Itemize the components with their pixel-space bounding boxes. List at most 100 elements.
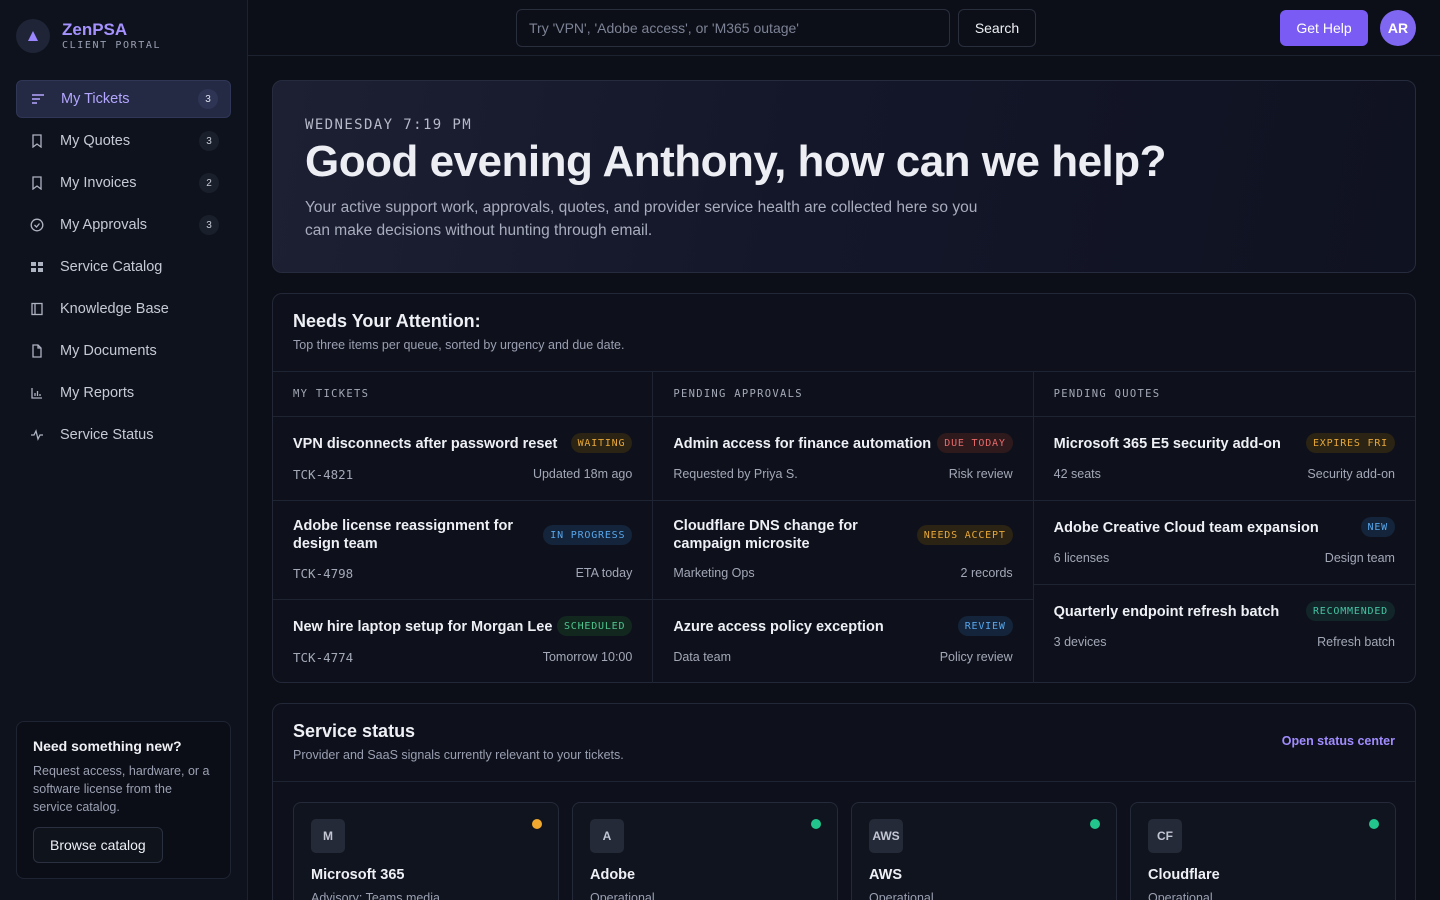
- provider-state: Advisory: Teams media: [311, 891, 440, 900]
- approval-item[interactable]: Cloudflare DNS change for campaign micro…: [653, 501, 1033, 600]
- current-time: WEDNESDAY 7:19 PM: [305, 117, 473, 133]
- sidebar-item-my-tickets[interactable]: My Tickets 3: [16, 80, 231, 118]
- item-detail: Tomorrow 10:00: [542, 650, 633, 664]
- bookmark-icon: [30, 134, 44, 148]
- sidebar-item-my-invoices[interactable]: My Invoices 2: [16, 164, 231, 202]
- item-title: Adobe license reassignment for design te…: [293, 518, 513, 552]
- sidebar-item-label: My Tickets: [61, 91, 130, 107]
- ticket-id: TCK-4774: [293, 650, 354, 665]
- item-detail: Refresh batch: [1317, 635, 1395, 649]
- provider-name: Microsoft 365: [311, 867, 405, 883]
- service-card-microsoft-365[interactable]: M Microsoft 365 Advisory: Teams media: [293, 802, 559, 900]
- ticket-item[interactable]: VPN disconnects after password reset WAI…: [273, 417, 653, 501]
- status-badge: WAITING: [570, 433, 633, 453]
- quote-item[interactable]: Quarterly endpoint refresh batch RECOMME…: [1034, 585, 1415, 669]
- quote-item[interactable]: Microsoft 365 E5 security add-on EXPIRES…: [1033, 417, 1415, 501]
- grid-icon: [30, 260, 44, 274]
- sidebar-item-label: My Quotes: [60, 133, 131, 149]
- get-help-button[interactable]: Get Help: [1280, 10, 1368, 46]
- provider-name: Adobe: [590, 867, 636, 883]
- book-icon: [30, 302, 44, 316]
- provider-logo: AWS: [869, 819, 903, 853]
- hero-description: Your active support work, approvals, quo…: [305, 199, 978, 239]
- count-badge: 3: [199, 131, 219, 151]
- sidebar-item-label: Service Status: [60, 427, 154, 443]
- check-circle-icon: [30, 218, 44, 232]
- service-status-title: Service status: [293, 721, 416, 741]
- pending-approvals-column: PENDING APPROVALS Admin access for finan…: [653, 372, 1034, 684]
- status-badge: SCHEDULED: [556, 616, 633, 636]
- provider-state: Operational: [869, 891, 934, 900]
- welcome-hero: WEDNESDAY 7:19 PM Good evening Anthony, …: [272, 80, 1416, 273]
- item-quantity: 3 devices: [1053, 635, 1107, 649]
- count-badge: 2: [199, 173, 219, 193]
- sidebar-item-label: My Invoices: [60, 175, 137, 191]
- bar-chart-icon: [30, 386, 44, 400]
- status-badge: EXPIRES FRI: [1305, 433, 1395, 453]
- file-icon: [30, 344, 44, 358]
- status-dot-icon: [811, 819, 821, 829]
- search-button[interactable]: Search: [958, 9, 1036, 47]
- column-heading: PENDING QUOTES: [1033, 372, 1415, 417]
- item-detail: ETA today: [575, 566, 633, 580]
- brand-subtitle: CLIENT PORTAL: [62, 40, 162, 51]
- service-status-subtitle: Provider and SaaS signals currently rele…: [293, 748, 624, 762]
- attention-title: Needs Your Attention:: [293, 311, 481, 331]
- ticket-id: TCK-4798: [293, 566, 354, 581]
- item-detail: Policy review: [939, 650, 1013, 664]
- sidebar-item-my-quotes[interactable]: My Quotes 3: [16, 122, 231, 160]
- provider-name: Cloudflare: [1148, 867, 1220, 883]
- ticket-item[interactable]: Adobe license reassignment for design te…: [273, 501, 653, 600]
- item-quantity: 6 licenses: [1053, 551, 1110, 565]
- ticket-item[interactable]: New hire laptop setup for Morgan Lee SCH…: [273, 600, 652, 684]
- service-card-aws[interactable]: AWS AWS Operational: [851, 802, 1117, 900]
- column-heading: MY TICKETS: [273, 372, 653, 417]
- service-card-cloudflare[interactable]: CF Cloudflare Operational: [1130, 802, 1396, 900]
- status-badge: DUE TODAY: [937, 433, 1013, 453]
- item-detail: Design team: [1324, 551, 1395, 565]
- item-quantity: 42 seats: [1053, 467, 1101, 481]
- approval-item[interactable]: Admin access for finance automation DUE …: [653, 417, 1033, 501]
- quote-item[interactable]: Adobe Creative Cloud team expansion NEW …: [1033, 501, 1415, 585]
- open-status-center-link[interactable]: Open status center: [1282, 734, 1395, 748]
- item-detail: Risk review: [948, 467, 1013, 481]
- sidebar-item-my-approvals[interactable]: My Approvals 3: [16, 206, 231, 244]
- item-title: VPN disconnects after password reset: [293, 436, 558, 452]
- sidebar-item-service-catalog[interactable]: Service Catalog: [16, 248, 231, 286]
- item-detail: 2 records: [960, 566, 1013, 580]
- sidebar-nav: My Tickets 3 My Quotes 3 My Invoices 2 M…: [16, 80, 231, 458]
- catalog-promo: Need something new? Request access, hard…: [16, 721, 231, 879]
- status-badge: REVIEW: [957, 616, 1013, 636]
- status-badge: IN PROGRESS: [543, 525, 633, 545]
- item-detail: Security add-on: [1307, 467, 1395, 481]
- status-badge: RECOMMENDED: [1305, 601, 1395, 621]
- pending-quotes-column: PENDING QUOTES Microsoft 365 E5 security…: [1033, 372, 1415, 683]
- sidebar-item-knowledge-base[interactable]: Knowledge Base: [16, 290, 231, 328]
- brand[interactable]: ZenPSA CLIENT PORTAL: [16, 19, 161, 53]
- item-title: Microsoft 365 E5 security add-on: [1053, 436, 1281, 452]
- status-dot-icon: [1369, 819, 1379, 829]
- status-badge: NEW: [1360, 517, 1395, 537]
- item-requester: Requested by Priya S.: [673, 467, 798, 481]
- attention-panel: Needs Your Attention: Top three items pe…: [272, 293, 1416, 683]
- count-badge: 3: [199, 215, 219, 235]
- sidebar-item-label: My Approvals: [60, 217, 148, 233]
- service-card-adobe[interactable]: A Adobe Operational: [572, 802, 838, 900]
- promo-title: Need something new?: [33, 738, 182, 754]
- list-icon: [31, 92, 45, 106]
- activity-icon: [30, 428, 44, 442]
- browse-catalog-button[interactable]: Browse catalog: [33, 827, 163, 863]
- attention-subtitle: Top three items per queue, sorted by urg…: [293, 338, 625, 352]
- search-input[interactable]: [516, 9, 950, 47]
- sidebar-item-service-status[interactable]: Service Status: [16, 416, 231, 454]
- item-title: New hire laptop setup for Morgan Lee: [293, 619, 553, 635]
- status-dot-icon: [1090, 819, 1100, 829]
- ticket-id: TCK-4821: [293, 467, 354, 482]
- avatar[interactable]: AR: [1380, 10, 1416, 46]
- item-title: Azure access policy exception: [673, 619, 884, 635]
- sidebar-item-my-documents[interactable]: My Documents: [16, 332, 231, 370]
- sidebar: ZenPSA CLIENT PORTAL My Tickets 3 My Quo…: [0, 0, 248, 900]
- provider-name: AWS: [869, 867, 903, 883]
- approval-item[interactable]: Azure access policy exception REVIEW Dat…: [653, 600, 1032, 684]
- sidebar-item-my-reports[interactable]: My Reports: [16, 374, 231, 412]
